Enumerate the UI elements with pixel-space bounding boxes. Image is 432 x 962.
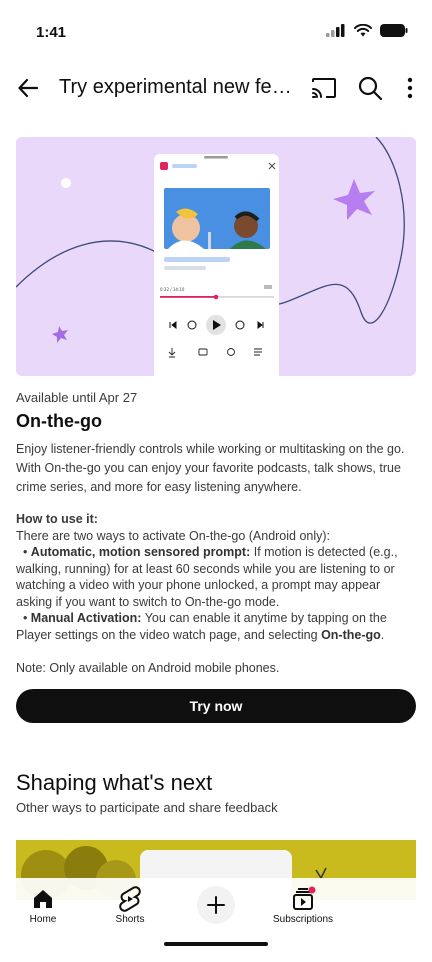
availability-note: Note: Only available on Android mobile p…: [16, 661, 280, 675]
feature-title: On-the-go: [16, 411, 102, 431]
battery-icon: [380, 24, 408, 37]
availability-text: Available until Apr 27: [16, 390, 138, 405]
arrow-left-icon: [18, 78, 39, 98]
more-options-button[interactable]: [400, 74, 420, 102]
nav-home[interactable]: Home: [3, 886, 83, 925]
player-mockup-icon: 0:32 / 14:10: [160, 156, 276, 358]
cast-button[interactable]: [310, 74, 338, 102]
section-subtitle: Other ways to participate and share feed…: [16, 800, 278, 815]
nav-home-label: Home: [29, 914, 57, 925]
howto-title: How to use it:: [16, 512, 98, 526]
section-title: Shaping what's next: [16, 770, 213, 795]
nav-subscriptions-label: Subscriptions: [272, 914, 334, 925]
cast-icon: [312, 78, 336, 98]
back-button[interactable]: [14, 74, 42, 102]
status-bar: 1:41: [0, 0, 432, 56]
howto-intro: There are two ways to activate On-the-go…: [16, 529, 331, 543]
bullet-manual-label: Manual Activation:: [30, 611, 142, 625]
nav-subscriptions[interactable]: Subscriptions: [263, 886, 343, 925]
status-time: 1:41: [36, 24, 67, 41]
wifi-icon: [354, 24, 372, 37]
home-indicator: [164, 942, 268, 946]
app-bar: Try experimental new features: [0, 62, 432, 114]
nav-shorts[interactable]: Shorts: [90, 886, 170, 925]
search-button[interactable]: [356, 74, 384, 102]
bullet-automatic-label: Automatic, motion sensored prompt:: [30, 545, 251, 559]
search-icon: [358, 76, 383, 101]
create-button[interactable]: [197, 886, 235, 924]
more-vert-icon: [407, 77, 413, 99]
feature-hero-image: 0:32 / 14:10: [16, 137, 416, 376]
try-now-button[interactable]: Try now: [16, 689, 416, 723]
feature-content: Available until Apr 27 On-the-go Enjoy l…: [16, 390, 416, 675]
player-time-text: 0:32 / 14:10: [160, 287, 185, 292]
home-icon: [34, 890, 52, 908]
howto-bullet-automatic: • Automatic, motion sensored prompt: If …: [16, 545, 398, 609]
page-title: Try experimental new features: [59, 76, 295, 98]
plus-icon: [207, 896, 225, 914]
status-icons: [326, 24, 408, 37]
bullet-manual-end: On-the-go: [321, 627, 381, 642]
subscriptions-icon: [293, 886, 316, 910]
bottom-nav: Home Shorts Subscriptions: [0, 878, 432, 962]
feature-description: Enjoy listener-friendly controls while w…: [16, 442, 405, 494]
howto-bullet-manual: • Manual Activation: You can enable it a…: [16, 611, 387, 642]
phone-mockup: 0:32 / 14:10: [154, 154, 279, 376]
signal-icon: [326, 24, 345, 37]
nav-shorts-label: Shorts: [115, 914, 145, 925]
shorts-icon: [119, 886, 141, 912]
